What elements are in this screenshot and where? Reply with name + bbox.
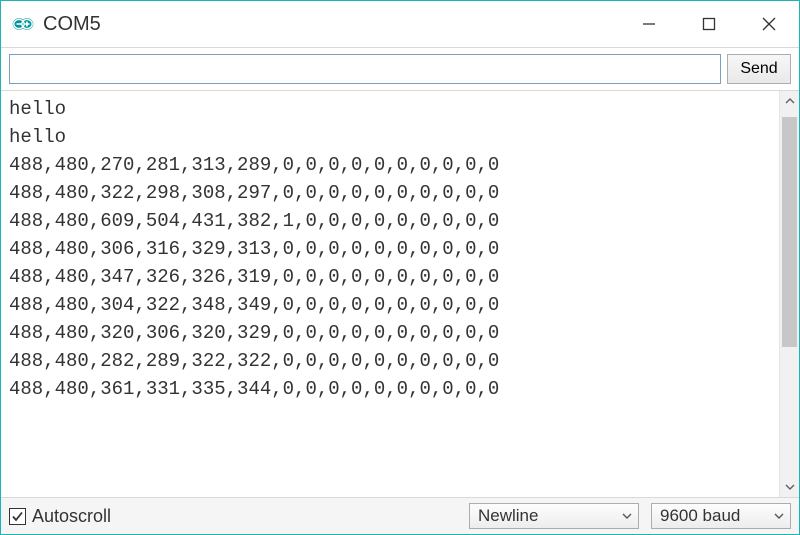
scroll-down-arrow-icon[interactable] (780, 477, 799, 497)
vertical-scrollbar[interactable] (779, 91, 799, 497)
chevron-down-icon (622, 506, 632, 526)
send-row: Send (1, 47, 799, 90)
maximize-button[interactable] (679, 1, 739, 47)
baud-rate-select[interactable]: 9600 baud (651, 503, 791, 529)
serial-monitor-window: COM5 Send hello hello 488,480,270,281,31… (0, 0, 800, 535)
autoscroll-checkbox[interactable]: Autoscroll (9, 506, 457, 527)
scroll-track[interactable] (780, 111, 799, 477)
footer-bar: Autoscroll Newline 9600 baud (1, 498, 799, 534)
autoscroll-label: Autoscroll (32, 506, 111, 527)
send-button[interactable]: Send (727, 54, 791, 84)
line-ending-select[interactable]: Newline (469, 503, 639, 529)
close-button[interactable] (739, 1, 799, 47)
window-title: COM5 (43, 13, 619, 36)
checkbox-icon (9, 508, 26, 525)
chevron-down-icon (774, 506, 784, 526)
minimize-button[interactable] (619, 1, 679, 47)
titlebar: COM5 (1, 1, 799, 47)
scroll-thumb[interactable] (782, 117, 797, 347)
line-ending-value: Newline (478, 506, 538, 526)
baud-rate-value: 9600 baud (660, 506, 740, 526)
output-area: hello hello 488,480,270,281,313,289,0,0,… (1, 90, 799, 498)
arduino-icon (11, 12, 35, 36)
scroll-up-arrow-icon[interactable] (780, 91, 799, 111)
serial-output[interactable]: hello hello 488,480,270,281,313,289,0,0,… (1, 91, 779, 497)
serial-input[interactable] (9, 54, 721, 84)
window-controls (619, 1, 799, 47)
